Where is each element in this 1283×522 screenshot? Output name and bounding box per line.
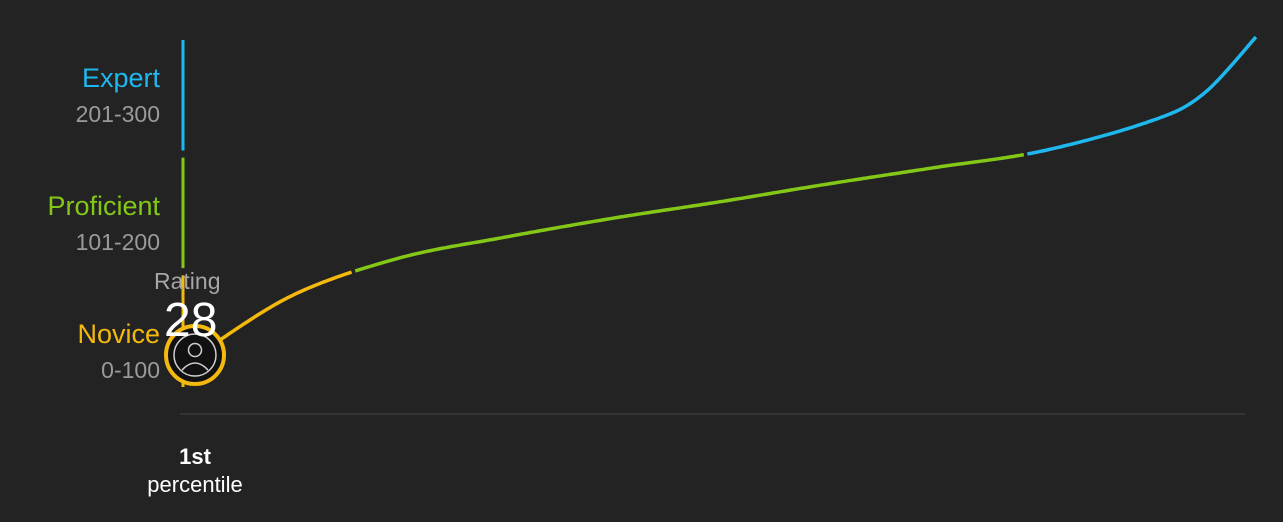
rating-value: 28 — [164, 294, 218, 347]
tier-novice-name: Novice — [77, 319, 160, 349]
curve-segment-proficient — [354, 152, 1025, 273]
tier-expert-range: 201-300 — [75, 101, 160, 127]
percentile-label: percentile — [147, 472, 243, 497]
curve-segment-expert — [1027, 35, 1258, 156]
tier-expert-name: Expert — [81, 63, 160, 93]
tier-proficient-name: Proficient — [47, 191, 160, 221]
tier-proficient-range: 101-200 — [75, 229, 160, 255]
percentile-rank: 1st — [179, 444, 211, 469]
rating-label: Rating — [154, 268, 221, 294]
tier-novice-range: 0-100 — [101, 357, 160, 383]
